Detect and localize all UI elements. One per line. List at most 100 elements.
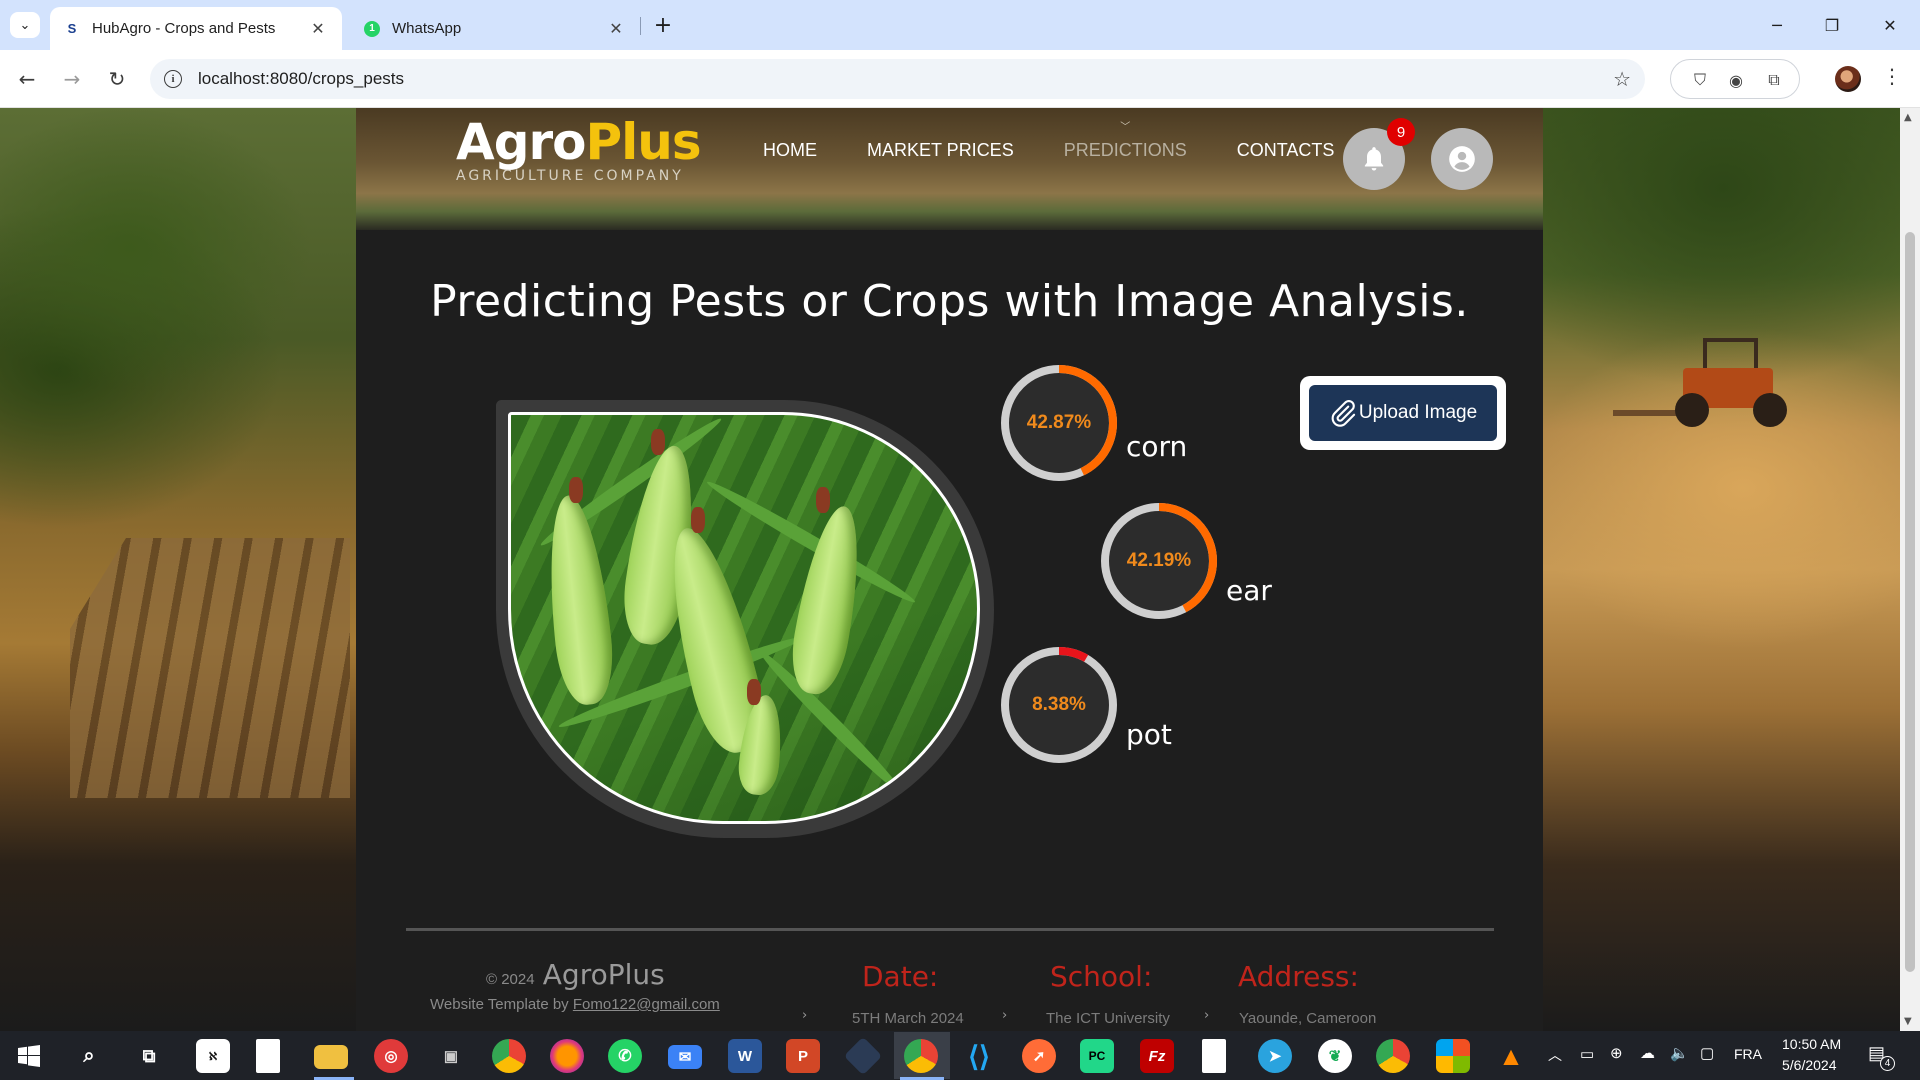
mongodb-icon[interactable]: ❦: [1318, 1039, 1352, 1073]
chrome-icon[interactable]: [1376, 1039, 1410, 1073]
chrome-profile-icon[interactable]: [904, 1039, 938, 1073]
prediction-value: 42.19%: [1126, 550, 1192, 571]
user-account-button[interactable]: [1431, 128, 1493, 190]
user-circle-icon: [1449, 146, 1475, 172]
footer-brand: AgroPlus: [542, 958, 665, 991]
paperclip-icon: [1331, 400, 1355, 427]
page-scrollbar[interactable]: ▲ ▼: [1900, 108, 1920, 1031]
pycharm-icon[interactable]: PC: [1080, 1039, 1114, 1073]
nav-predictions[interactable]: ﹀ PREDICTIONS: [1064, 122, 1187, 161]
close-window-button[interactable]: ✕: [1870, 10, 1910, 40]
main-nav: HOME MARKET PRICES ﹀ PREDICTIONS CONTACT…: [763, 122, 1384, 161]
windows-taskbar: ⌕ ⧉ ℵ ◎ ▣ ✆ ✉ W P ⟨⟩ ➚ PC Fz ➤ ❦ ▲ ︿ ▭ ⊕…: [0, 1031, 1920, 1080]
forward-button[interactable]: →: [57, 64, 87, 94]
notification-count-badge: 9: [1387, 118, 1415, 146]
mail-icon[interactable]: ✉: [668, 1045, 702, 1069]
more-menu-icon[interactable]: ⋮: [1882, 64, 1902, 88]
footer-school-heading: School:: [1050, 960, 1153, 993]
page-viewport: AgroPlus AGRICULTURE COMPANY HOME MARKET…: [0, 108, 1900, 1031]
chevron-down-icon: ⌄: [19, 17, 31, 33]
vlc-icon[interactable]: ▲: [1494, 1039, 1528, 1073]
windows-start-icon[interactable]: [12, 1039, 46, 1073]
file-explorer-icon[interactable]: [314, 1045, 348, 1069]
close-icon[interactable]: ✕: [308, 19, 328, 39]
background-field-left: [0, 108, 356, 1031]
upload-image-button[interactable]: Upload Image: [1309, 385, 1497, 441]
background-field-right: [1543, 108, 1900, 1031]
logo-tagline: AGRICULTURE COMPANY: [456, 168, 684, 184]
firefox-icon[interactable]: [550, 1039, 584, 1073]
template-email-link[interactable]: Fomo122@gmail.com: [573, 996, 720, 1013]
search-icon[interactable]: ⌕: [72, 1039, 106, 1073]
chevron-right-icon: ›: [1204, 1008, 1210, 1023]
scroll-up-icon[interactable]: ▲: [1904, 112, 1912, 123]
bookmark-star-icon[interactable]: ☆: [1613, 67, 1631, 91]
document-icon[interactable]: [1202, 1039, 1226, 1073]
nav-home[interactable]: HOME: [763, 140, 817, 161]
chrome-icon[interactable]: [492, 1039, 526, 1073]
tab-separator: [640, 17, 641, 35]
tab-title: HubAgro - Crops and Pests: [92, 20, 276, 37]
powerpoint-icon[interactable]: P: [786, 1039, 820, 1073]
input-language[interactable]: FRA: [1734, 1046, 1762, 1062]
filezilla-icon[interactable]: Fz: [1140, 1039, 1174, 1073]
browser-tab-strip: ⌄ S HubAgro - Crops and Pests ✕ 1 WhatsA…: [0, 0, 1920, 50]
close-icon[interactable]: ✕: [606, 19, 626, 39]
restore-button[interactable]: ❐: [1812, 10, 1852, 40]
nav-market-prices[interactable]: MARKET PRICES: [867, 140, 1014, 161]
new-tab-button[interactable]: +: [650, 12, 676, 38]
document-icon[interactable]: [256, 1039, 280, 1073]
globe-icon[interactable]: ⊕: [1610, 1044, 1623, 1062]
main-panel: AgroPlus AGRICULTURE COMPANY HOME MARKET…: [356, 108, 1543, 1031]
app-cube-icon[interactable]: [843, 1036, 883, 1076]
whatsapp-icon[interactable]: ✆: [608, 1039, 642, 1073]
footer-template-credit: Website Template by Fomo122@gmail.com: [430, 996, 720, 1013]
app-grid-icon[interactable]: [1436, 1039, 1470, 1073]
scrollbar-thumb[interactable]: [1905, 232, 1915, 972]
agroplus-logo[interactable]: AgroPlus AGRICULTURE COMPANY: [456, 112, 702, 184]
calculator-icon[interactable]: ▣: [434, 1039, 468, 1073]
footer-copyright: © 2024 AgroPlus: [486, 958, 665, 991]
chevron-up-icon[interactable]: ︿: [1548, 1045, 1562, 1065]
site-info-icon[interactable]: i: [164, 70, 182, 88]
footer-divider: [406, 928, 1494, 931]
prediction-label: corn: [1126, 430, 1188, 463]
minimize-button[interactable]: ─: [1757, 10, 1797, 40]
battery-icon[interactable]: ▭: [1580, 1045, 1594, 1063]
cloud-icon[interactable]: ☁: [1640, 1044, 1655, 1062]
telegram-icon[interactable]: ➤: [1258, 1039, 1292, 1073]
scroll-down-icon[interactable]: ▼: [1904, 1016, 1912, 1027]
nav-contacts[interactable]: CONTACTS: [1237, 140, 1335, 161]
footer-date-heading: Date:: [862, 960, 939, 993]
volume-icon[interactable]: 🔈: [1670, 1044, 1689, 1062]
screen-recorder-icon[interactable]: ◎: [374, 1039, 408, 1073]
clock-time[interactable]: 10:50 AM: [1782, 1036, 1841, 1052]
incognito-extension-icon[interactable]: ◉: [1725, 69, 1747, 91]
site-header: AgroPlus AGRICULTURE COMPANY HOME MARKET…: [356, 108, 1543, 230]
prediction-label: ear: [1226, 574, 1272, 607]
prediction-gauge-corn: 42.87%: [996, 360, 1122, 486]
app-keyboard-icon[interactable]: ℵ: [196, 1039, 230, 1073]
task-view-icon[interactable]: ⧉: [132, 1039, 166, 1073]
address-bar[interactable]: i localhost:8080/crops_pests ☆: [150, 59, 1645, 99]
shield-extension-icon[interactable]: ⛉: [1689, 69, 1711, 91]
clock-date[interactable]: 5/6/2024: [1782, 1057, 1837, 1073]
page-title: Predicting Pests or Crops with Image Ana…: [430, 276, 1469, 327]
footer-school-value: The ICT University: [1046, 1010, 1170, 1027]
display-icon[interactable]: ▢: [1700, 1044, 1714, 1062]
url-text[interactable]: localhost:8080/crops_pests: [198, 69, 404, 89]
prediction-gauge-ear: 42.19%: [1096, 498, 1222, 624]
tab-search-button[interactable]: ⌄: [10, 12, 40, 38]
vscode-icon[interactable]: ⟨⟩: [962, 1039, 996, 1073]
back-button[interactable]: ←: [12, 64, 42, 94]
word-icon[interactable]: W: [728, 1039, 762, 1073]
tab-whatsapp[interactable]: 1 WhatsApp ✕: [350, 7, 640, 50]
tab-hubagro[interactable]: S HubAgro - Crops and Pests ✕: [50, 7, 342, 50]
puzzle-extensions-icon[interactable]: ⧉: [1763, 69, 1785, 91]
postman-icon[interactable]: ➚: [1022, 1039, 1056, 1073]
chevron-down-icon: ﹀: [1120, 122, 1131, 133]
reload-button[interactable]: ↻: [102, 64, 132, 94]
notification-center-count: 4: [1880, 1056, 1895, 1071]
notifications-button[interactable]: 9: [1343, 118, 1415, 190]
profile-avatar[interactable]: [1835, 66, 1861, 92]
